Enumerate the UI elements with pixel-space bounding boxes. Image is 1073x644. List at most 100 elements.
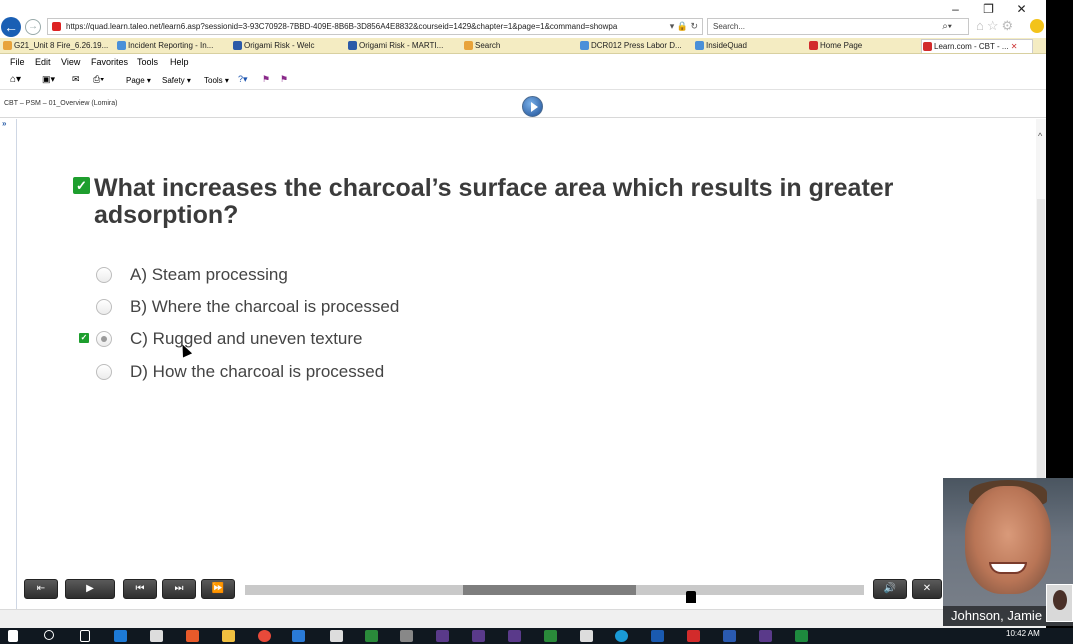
radio-button-selected[interactable] [96, 331, 112, 347]
volume-button[interactable]: 🔊 [873, 579, 907, 599]
research-icon[interactable]: ⚑ [262, 74, 270, 85]
ie-icon [580, 41, 589, 50]
favorite-item[interactable]: G21_Unit 8 Fire_6.26.19... [2, 39, 110, 53]
question-check-icon: ✓ [73, 177, 90, 194]
close-window-button[interactable]: ✕ [1005, 2, 1038, 16]
restore-button[interactable]: ❐ [972, 2, 1005, 16]
search-taskbar-icon[interactable] [44, 630, 54, 640]
ie-taskbar-icon[interactable] [292, 630, 305, 642]
home-icon[interactable]: ⌂▾ [10, 74, 21, 85]
mail-icon[interactable]: ✉ [72, 74, 80, 85]
window-controls: – ❐ ✕ [939, 2, 1038, 16]
question-text: What increases the charcoal’s surface ar… [94, 174, 894, 229]
app-icon[interactable] [759, 630, 772, 642]
favorite-item[interactable]: Search [463, 39, 573, 53]
app-icon[interactable] [580, 630, 593, 642]
play-icon[interactable] [522, 96, 543, 117]
answer-option-b[interactable]: B) Where the charcoal is processed [94, 296, 594, 322]
fast-forward-button[interactable]: ⏩ [201, 579, 235, 599]
feeds-icon[interactable]: ▣▾ [42, 74, 55, 85]
answer-option-d[interactable]: D) How the charcoal is processed [94, 361, 594, 387]
scroll-up-icon[interactable]: ^ [1038, 131, 1042, 141]
menu-view[interactable]: View [61, 57, 80, 67]
menu-edit[interactable]: Edit [35, 57, 51, 67]
previous-button[interactable]: ⏮ [123, 579, 157, 599]
oracle-icon [923, 42, 932, 51]
skype-icon[interactable] [615, 630, 628, 642]
app-icon[interactable] [365, 630, 378, 642]
answer-option-a[interactable]: A) Steam processing [94, 264, 594, 290]
favorite-item[interactable]: Origami Risk - MARTI... [347, 39, 457, 53]
search-input[interactable]: Search... ⌕▾ [707, 18, 969, 35]
chrome-icon[interactable] [258, 630, 271, 642]
menu-tools[interactable]: Tools [137, 57, 158, 67]
minimize-button[interactable]: – [939, 2, 972, 16]
favorite-item[interactable]: Home Page [808, 39, 916, 53]
answer-option-c[interactable]: C) Rugged and uneven texture [94, 328, 594, 354]
left-rail: » [0, 119, 17, 609]
page-menu[interactable]: Page ▾ [126, 76, 151, 85]
command-bar: ⌂▾ ▣▾ ✉ ⎙▾ Page ▾ Safety ▾ Tools ▾ ?▾ ⚑ … [0, 72, 1046, 90]
browser-window: – ❐ ✕ ← → https://quad.learn.taleo.net/l… [0, 0, 1046, 628]
tab-learn-cbt[interactable]: Learn.com - CBT - ... ✕ [921, 39, 1033, 53]
app-icon[interactable] [400, 630, 413, 642]
outlook-icon[interactable] [651, 630, 664, 642]
app-icon[interactable] [436, 630, 449, 642]
menu-bar: File Edit View Favorites Tools Help [0, 55, 1046, 71]
word-icon[interactable] [723, 630, 736, 642]
menu-favorites[interactable]: Favorites [91, 57, 128, 67]
tools-menu[interactable]: Tools ▾ [204, 76, 229, 85]
expand-sidebar-icon[interactable]: » [2, 119, 6, 128]
store-icon[interactable] [150, 630, 163, 642]
course-header: CBT – PSM – 01_Overview (Lomira) [0, 92, 1046, 118]
close-player-button[interactable]: ✕ [912, 579, 942, 599]
next-button[interactable]: ⏭ [162, 579, 196, 599]
home-favorites-settings-icons[interactable]: ⌂☆⚙ [976, 18, 1016, 34]
oracle-icon [809, 41, 818, 50]
menu-file[interactable]: File [10, 57, 25, 67]
radio-button[interactable] [96, 299, 112, 315]
help-icon[interactable]: ?▾ [238, 74, 248, 85]
taskbar: 10:42 AM [0, 628, 1073, 644]
app-icon[interactable] [508, 630, 521, 642]
excel-icon[interactable] [795, 630, 808, 642]
start-icon[interactable] [8, 630, 18, 642]
folder-icon [464, 41, 473, 50]
feedback-smiley-icon[interactable] [1030, 19, 1044, 33]
explorer-icon[interactable] [222, 630, 235, 642]
option-label: C) Rugged and uneven texture [130, 329, 363, 348]
origami-icon [348, 41, 357, 50]
back-button[interactable]: ← [1, 17, 21, 37]
close-tab-icon[interactable]: ✕ [1011, 42, 1018, 51]
edge-icon[interactable] [114, 630, 127, 642]
radio-button[interactable] [96, 364, 112, 380]
search-icon[interactable]: ⌕▾ [942, 19, 952, 34]
refresh-icon[interactable]: ▾ 🔒 ↻ [670, 19, 698, 34]
favorite-item[interactable]: Origami Risk - Welc [232, 39, 342, 53]
app-icon[interactable] [544, 630, 557, 642]
safety-menu[interactable]: Safety ▾ [162, 76, 191, 85]
print-icon[interactable]: ⎙▾ [93, 74, 104, 85]
course-title: CBT – PSM – 01_Overview (Lomira) [4, 100, 118, 107]
forward-button[interactable]: → [25, 19, 41, 35]
translate-icon[interactable]: ⚑ [280, 74, 288, 85]
radio-button[interactable] [96, 267, 112, 283]
favorite-item[interactable]: Incident Reporting - In... [116, 39, 228, 53]
acrobat-icon[interactable] [687, 630, 700, 642]
exit-button[interactable]: ⇤ [24, 579, 58, 599]
app-icon[interactable] [186, 630, 199, 642]
calculator-icon[interactable] [330, 630, 343, 642]
favorite-item[interactable]: InsideQuad [694, 39, 802, 53]
favorites-bar: G21_Unit 8 Fire_6.26.19... Incident Repo… [0, 38, 1046, 54]
task-view-icon[interactable] [80, 630, 90, 642]
option-label: D) How the charcoal is processed [130, 362, 385, 381]
webcam-self-thumbnail[interactable] [1046, 584, 1073, 622]
play-button[interactable]: ▶ [65, 579, 115, 599]
address-bar[interactable]: https://quad.learn.taleo.net/learn6.asp?… [47, 18, 703, 35]
menu-help[interactable]: Help [170, 57, 189, 67]
favorite-item[interactable]: DCR012 Press Labor D... [579, 39, 689, 53]
seek-thumb[interactable] [686, 591, 696, 603]
option-label: B) Where the charcoal is processed [130, 297, 400, 316]
seek-progress [463, 585, 636, 595]
app-icon[interactable] [472, 630, 485, 642]
